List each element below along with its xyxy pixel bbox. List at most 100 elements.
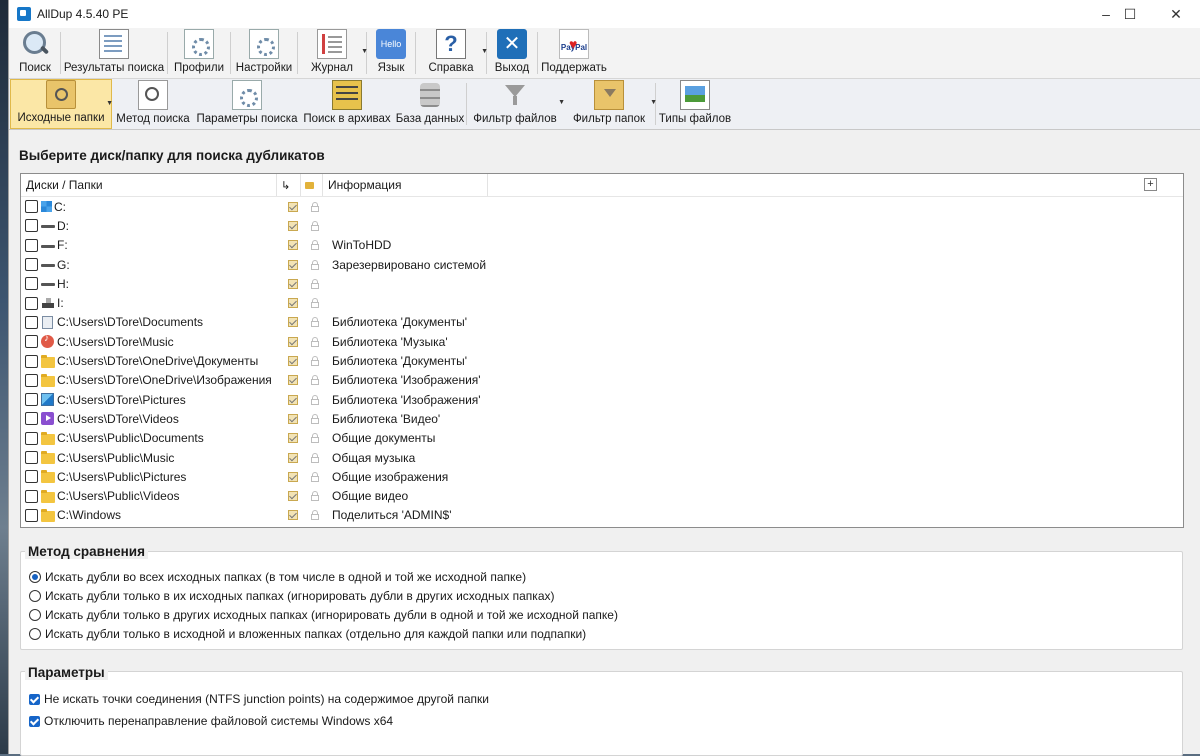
column-header-protect[interactable]: [301, 174, 323, 196]
row-checkbox[interactable]: [25, 296, 38, 310]
file-types-button[interactable]: Типы файлов: [656, 79, 734, 129]
row-protect-cell[interactable]: [304, 356, 326, 367]
row-checkbox[interactable]: [25, 489, 38, 503]
radio-button[interactable]: [29, 627, 41, 640]
row-protect-cell[interactable]: [304, 452, 326, 463]
add-folder-button[interactable]: +: [1144, 178, 1157, 191]
lock-icon[interactable]: [311, 278, 319, 289]
row-subfolders-cell[interactable]: [281, 240, 304, 251]
param-checkbox[interactable]: [29, 693, 40, 705]
compare-method-option[interactable]: Искать дубли во всех исходных папках (в …: [21, 567, 1182, 586]
tree-row[interactable]: C:\Users\Public\Videos Общие видео: [21, 486, 1183, 505]
column-header-subfolders[interactable]: ↳: [277, 174, 301, 196]
subfolders-check-icon[interactable]: [287, 240, 298, 251]
tree-row[interactable]: C:\Windows Поделиться 'ADMIN$': [21, 506, 1183, 525]
row-checkbox[interactable]: [25, 354, 38, 368]
row-subfolders-cell[interactable]: [281, 298, 304, 309]
row-checkbox[interactable]: [25, 315, 38, 329]
subfolders-check-icon[interactable]: [287, 510, 298, 521]
help-button[interactable]: ? Справка ▼: [416, 28, 488, 78]
row-checkbox[interactable]: [25, 277, 38, 291]
tree-row[interactable]: C:: [21, 197, 1183, 216]
row-subfolders-cell[interactable]: [281, 510, 304, 521]
compare-method-option[interactable]: Искать дубли только в других исходных па…: [21, 605, 1182, 624]
row-protect-cell[interactable]: [304, 317, 326, 328]
tree-row[interactable]: C:\Users\DTore\OneDrive\Документы Библиот…: [21, 351, 1183, 370]
subfolders-check-icon[interactable]: [287, 413, 298, 424]
tree-row[interactable]: I:: [21, 293, 1183, 312]
row-subfolders-cell[interactable]: [281, 491, 304, 502]
subfolders-check-icon[interactable]: [287, 259, 298, 270]
row-checkbox[interactable]: [25, 258, 38, 272]
column-header-name[interactable]: Диски / Папки: [21, 174, 277, 196]
row-protect-cell[interactable]: [304, 491, 326, 502]
database-button[interactable]: База данных: [394, 79, 466, 129]
param-option[interactable]: Не искать точки соединения (NTFS junctio…: [21, 688, 1182, 710]
row-checkbox[interactable]: [25, 219, 38, 233]
row-subfolders-cell[interactable]: [281, 433, 304, 444]
tree-row[interactable]: C:\Users\DTore\Music Библиотека 'Музыка': [21, 332, 1183, 351]
exit-button[interactable]: ✕ Выход: [487, 28, 537, 78]
lock-icon[interactable]: [311, 510, 319, 521]
tree-row[interactable]: C:\Users\Public\Documents Общие документы: [21, 429, 1183, 448]
support-button[interactable]: PayPal Поддержать: [538, 26, 610, 78]
row-checkbox[interactable]: [25, 451, 38, 464]
row-checkbox[interactable]: [25, 200, 38, 214]
lock-icon[interactable]: [311, 413, 319, 424]
row-checkbox[interactable]: [25, 393, 38, 407]
row-checkbox[interactable]: [25, 373, 38, 387]
settings-button[interactable]: Настройки: [231, 28, 297, 78]
tree-row[interactable]: C:\Users\DTore\Documents Библиотека 'Доку…: [21, 313, 1183, 332]
param-checkbox[interactable]: [29, 715, 40, 727]
row-protect-cell[interactable]: [304, 201, 326, 212]
lock-icon[interactable]: [311, 317, 319, 328]
row-checkbox[interactable]: [25, 508, 38, 522]
tree-row[interactable]: H:: [21, 274, 1183, 293]
tree-row[interactable]: G: Зарезервировано системой: [21, 255, 1183, 274]
lock-icon[interactable]: [311, 471, 319, 482]
subfolders-check-icon[interactable]: [287, 278, 298, 289]
lock-icon[interactable]: [311, 259, 319, 270]
row-protect-cell[interactable]: [304, 259, 326, 270]
row-subfolders-cell[interactable]: [281, 375, 304, 386]
row-protect-cell[interactable]: [304, 375, 326, 386]
row-subfolders-cell[interactable]: [281, 317, 304, 328]
lock-icon[interactable]: [311, 298, 319, 309]
row-protect-cell[interactable]: [304, 510, 326, 521]
row-subfolders-cell[interactable]: [281, 259, 304, 270]
subfolders-check-icon[interactable]: [287, 336, 298, 347]
row-protect-cell[interactable]: [304, 471, 326, 482]
tree-row[interactable]: F: WinToHDD: [21, 236, 1183, 255]
row-subfolders-cell[interactable]: [281, 394, 304, 405]
radio-button[interactable]: [29, 589, 41, 602]
results-button[interactable]: Результаты поиска: [61, 28, 167, 78]
radio-button[interactable]: [29, 608, 41, 621]
row-subfolders-cell[interactable]: [281, 452, 304, 463]
file-filter-button[interactable]: Фильтр файлов ▼: [467, 79, 565, 129]
lock-icon[interactable]: [311, 452, 319, 463]
row-protect-cell[interactable]: [304, 413, 326, 424]
lock-icon[interactable]: [311, 375, 319, 386]
column-header-info[interactable]: Информация: [323, 174, 488, 196]
param-option[interactable]: Отключить перенаправление файловой систе…: [21, 710, 1182, 732]
language-button[interactable]: Hello Язык: [367, 28, 415, 78]
lock-icon[interactable]: [311, 491, 319, 502]
subfolders-check-icon[interactable]: [287, 201, 298, 212]
folder-filter-button[interactable]: Фильтр папок ▼: [563, 79, 657, 129]
subfolders-check-icon[interactable]: [287, 375, 298, 386]
subfolders-check-icon[interactable]: [287, 298, 298, 309]
lock-icon[interactable]: [311, 433, 319, 444]
lock-icon[interactable]: [311, 356, 319, 367]
tree-row[interactable]: C:\Users\Public\Music Общая музыка: [21, 448, 1183, 467]
row-subfolders-cell[interactable]: [281, 471, 304, 482]
row-subfolders-cell[interactable]: [281, 336, 304, 347]
row-protect-cell[interactable]: [304, 336, 326, 347]
row-checkbox[interactable]: [25, 431, 38, 445]
subfolders-check-icon[interactable]: [287, 394, 298, 405]
archive-search-button[interactable]: Поиск в архивах: [300, 79, 394, 129]
tree-row[interactable]: D:: [21, 216, 1183, 235]
row-checkbox[interactable]: [25, 238, 38, 252]
row-protect-cell[interactable]: [304, 220, 326, 231]
subfolders-check-icon[interactable]: [287, 433, 298, 444]
profiles-button[interactable]: Профили: [168, 28, 230, 78]
